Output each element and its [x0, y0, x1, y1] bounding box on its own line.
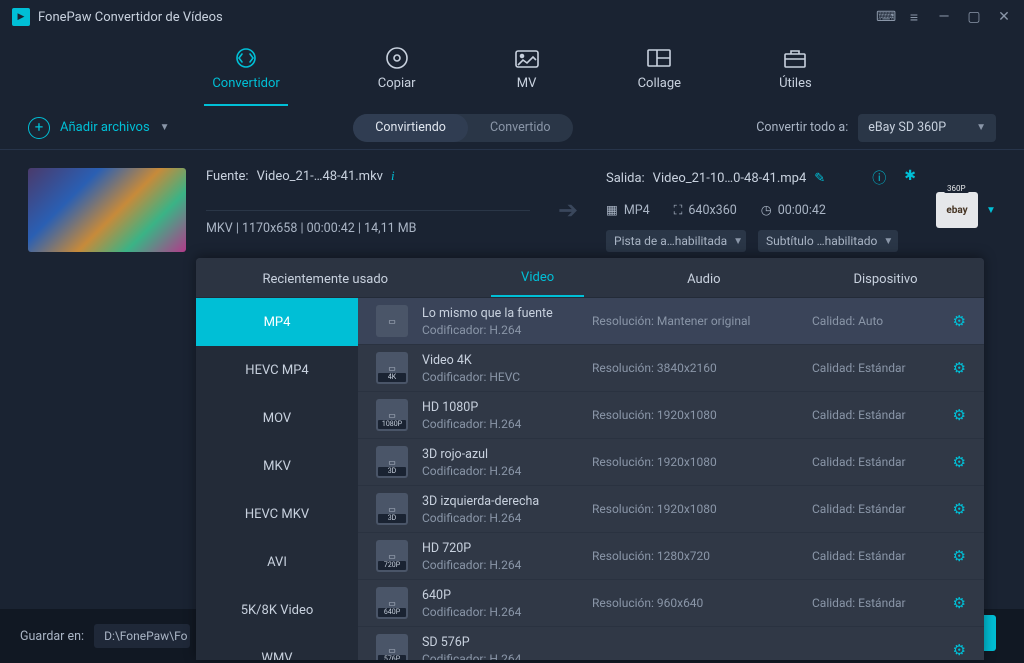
plus-icon: + [28, 117, 50, 139]
disc-icon [384, 46, 410, 70]
subbar: + Añadir archivos ▼ Convirtiendo Convert… [0, 106, 1024, 150]
info-circle-icon[interactable]: ⓘ [872, 168, 886, 188]
gear-icon[interactable]: ⚙ [953, 359, 966, 377]
minimize-icon[interactable]: — [936, 9, 952, 26]
format-item[interactable]: MOV [196, 394, 358, 442]
gear-icon[interactable]: ⚙ [953, 453, 966, 471]
menu-icon[interactable]: ≡ [906, 9, 922, 26]
format-sidebar: MP4HEVC MP4MOVMKVHEVC MKVAVI5K/8K VideoW… [196, 298, 358, 660]
tab-recent[interactable]: Recientemente usado [232, 272, 418, 297]
compress-icon[interactable]: ✱ [904, 168, 916, 188]
format-item[interactable]: AVI [196, 538, 358, 586]
toolbox-icon [782, 46, 808, 70]
mv-icon [514, 46, 540, 70]
format-item[interactable]: 5K/8K Video [196, 586, 358, 634]
subtitle-select[interactable]: Subtítulo …habilitado ▼ [758, 230, 898, 252]
save-label: Guardar en: [20, 629, 84, 644]
nav-label: Convertidor [212, 76, 279, 91]
add-files-button[interactable]: + Añadir archivos ▼ [28, 117, 170, 139]
gear-icon[interactable]: ⚙ [953, 500, 966, 518]
collage-icon [646, 46, 672, 70]
gear-icon[interactable]: ⚙ [953, 547, 966, 565]
format-item[interactable]: HEVC MP4 [196, 346, 358, 394]
video-thumbnail[interactable] [28, 168, 186, 252]
preset-icon: ▭576P [376, 634, 408, 660]
preset-icon: ▭4K [376, 352, 408, 384]
app-title: FonePaw Convertidor de Vídeos [38, 10, 876, 25]
nav-label: MV [517, 76, 537, 91]
preset-row[interactable]: ▭640P640PCodificador: H.264Resolución: 9… [358, 580, 984, 627]
edit-icon[interactable]: ✎ [814, 171, 825, 186]
preset-row[interactable]: ▭3D3D rojo-azulCodificador: H.264Resoluc… [358, 439, 984, 486]
preset-row[interactable]: ▭4KVideo 4KCodificador: HEVCResolución: … [358, 345, 984, 392]
close-icon[interactable]: ✕ [996, 9, 1012, 26]
preset-icon: ▭3D [376, 446, 408, 478]
app-logo-icon [12, 8, 30, 26]
chevron-down-icon: ▼ [986, 205, 996, 216]
output-label: Salida: [606, 171, 645, 186]
tab-audio[interactable]: Audio [657, 272, 750, 297]
source-specs: MKV | 1170x658 | 00:00:42 | 14,11 MB [206, 210, 530, 236]
nav-mv[interactable]: MV [506, 42, 548, 106]
nav-copiar[interactable]: Copiar [370, 42, 424, 106]
convert-all-label: Convertir todo a: [756, 120, 848, 135]
chevron-down-icon: ▼ [160, 122, 170, 133]
preset-icon: ▭640P [376, 587, 408, 619]
gear-icon[interactable]: ⚙ [953, 406, 966, 424]
format-item[interactable]: WMV [196, 634, 358, 660]
source-label: Fuente: [206, 169, 249, 184]
convert-icon [233, 46, 259, 70]
info-icon[interactable]: i [391, 168, 395, 184]
nav-label: Útiles [779, 76, 812, 91]
add-files-label: Añadir archivos [60, 120, 150, 135]
preset-popup: Recientemente usado Video Audio Disposit… [196, 258, 984, 660]
save-path-field[interactable]: D:\FonePaw\Fo [94, 624, 190, 648]
nav-label: Copiar [378, 76, 416, 91]
preset-row[interactable]: ▭720PHD 720PCodificador: H.264Resolución… [358, 533, 984, 580]
tab-video[interactable]: Video [491, 270, 584, 297]
gear-icon[interactable]: ⚙ [953, 594, 966, 612]
feedback-icon[interactable]: ⌨ [876, 9, 892, 26]
chevron-down-icon: ▼ [976, 122, 986, 133]
status-toggle: Convirtiendo Convertido [353, 114, 572, 142]
out-duration: ◷ 00:00:42 [761, 202, 826, 218]
out-format: ▦ MP4 [606, 202, 650, 218]
preset-row[interactable]: ▭3D3D izquierda-derechaCodificador: H.26… [358, 486, 984, 533]
preset-icon: ▭1080P [376, 399, 408, 431]
preset-icon: ▭720P [376, 540, 408, 572]
preset-value: eBay SD 360P [868, 120, 946, 135]
titlebar: FonePaw Convertidor de Vídeos ⌨ ≡ — ▢ ✕ [0, 0, 1024, 34]
preset-icon: ▭3D [376, 493, 408, 525]
audio-track-select[interactable]: Pista de a…habilitada ▼ [606, 230, 746, 252]
nav-utiles[interactable]: Útiles [771, 42, 820, 106]
preset-row[interactable]: ▭1080PHD 1080PCodificador: H.264Resoluci… [358, 392, 984, 439]
nav-label: Collage [638, 76, 681, 91]
pill-converted[interactable]: Convertido [468, 114, 573, 142]
preset-list: ▭Lo mismo que la fuenteCodificador: H.26… [358, 298, 984, 660]
file-item: Fuente: Video_21-…48-41.mkv i MKV | 1170x… [0, 150, 1024, 252]
out-res: ⛶ 640x360 [674, 202, 737, 218]
preset-icon: ▭ [376, 305, 408, 337]
tab-device[interactable]: Dispositivo [823, 272, 947, 297]
source-name: Video_21-…48-41.mkv [257, 169, 383, 184]
nav-convertidor[interactable]: Convertidor [204, 42, 287, 106]
arrow-icon: ➔ [550, 168, 586, 252]
format-item[interactable]: MKV [196, 442, 358, 490]
output-preset-button[interactable]: 360P ebay ▼ [936, 168, 996, 252]
format-item[interactable]: HEVC MKV [196, 490, 358, 538]
gear-icon[interactable]: ⚙ [953, 312, 966, 330]
pill-converting[interactable]: Convirtiendo [353, 114, 468, 142]
preset-row[interactable]: ▭Lo mismo que la fuenteCodificador: H.26… [358, 298, 984, 345]
gear-icon[interactable]: ⚙ [953, 641, 966, 659]
format-item[interactable]: MP4 [196, 298, 358, 346]
output-name: Video_21-10…0-48-41.mp4 [653, 171, 807, 186]
global-preset-select[interactable]: eBay SD 360P ▼ [858, 114, 996, 142]
maximize-icon[interactable]: ▢ [966, 9, 982, 26]
nav-collage[interactable]: Collage [630, 42, 689, 106]
main-nav: Convertidor Copiar MV Collage Útiles [0, 34, 1024, 106]
preset-row[interactable]: ▭576PSD 576PCodificador: H.264⚙ [358, 627, 984, 660]
